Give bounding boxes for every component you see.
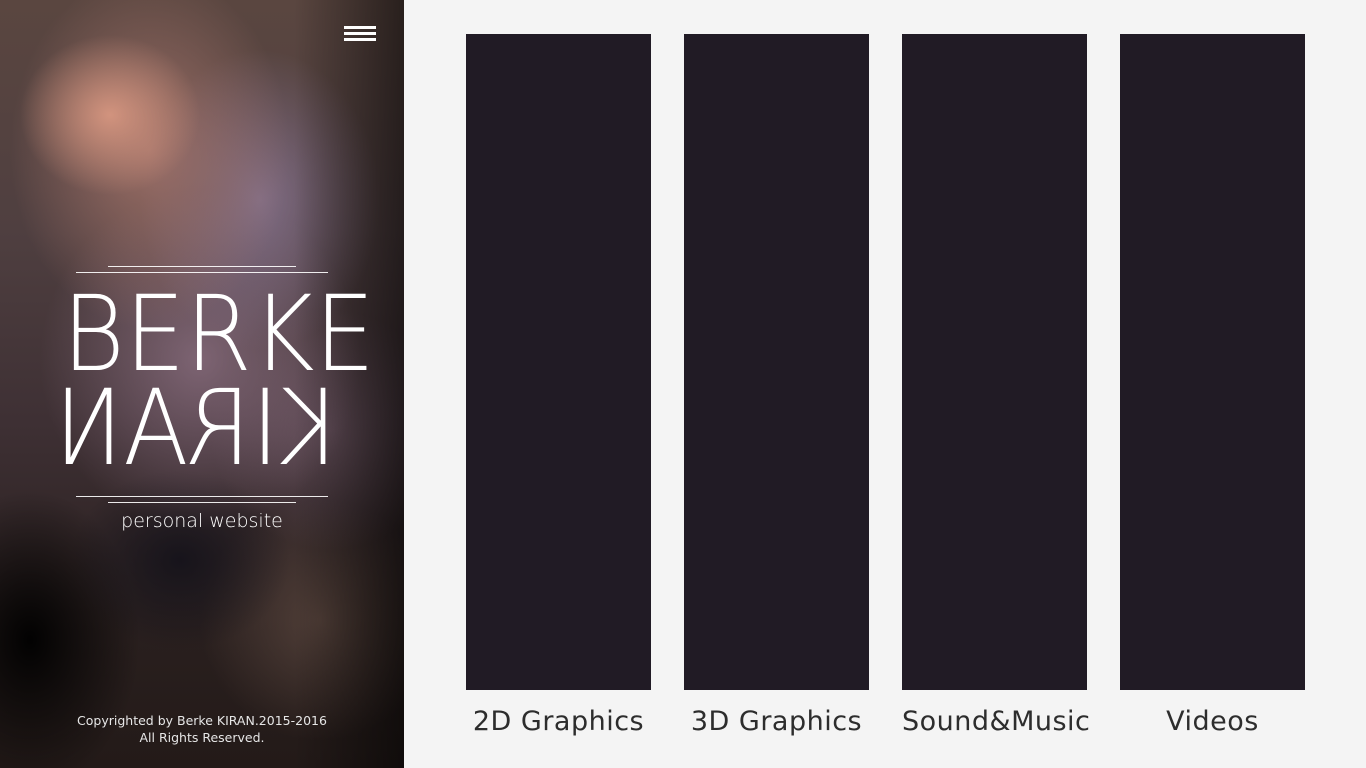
logo-subtitle: personal website bbox=[121, 510, 283, 532]
category-thumbnail[interactable] bbox=[466, 34, 651, 690]
hamburger-menu-icon[interactable] bbox=[343, 24, 377, 46]
category-label[interactable]: 2D Graphics bbox=[466, 705, 651, 739]
menu-bar bbox=[344, 26, 376, 29]
category-thumbnail[interactable] bbox=[684, 34, 869, 690]
category-gallery: 2D Graphics 3D Graphics Sound&Music Vide… bbox=[404, 0, 1366, 768]
category-card-2d-graphics[interactable]: 2D Graphics bbox=[466, 34, 651, 739]
logo-divider bbox=[108, 266, 296, 267]
category-label[interactable]: Videos bbox=[1120, 705, 1305, 739]
rights-text: All Rights Reserved. bbox=[139, 730, 265, 745]
category-label[interactable]: Sound&Music bbox=[902, 705, 1090, 739]
menu-bar bbox=[344, 38, 376, 41]
category-label[interactable]: 3D Graphics bbox=[684, 705, 869, 739]
category-thumbnail[interactable] bbox=[1120, 34, 1305, 690]
category-card-videos[interactable]: Videos bbox=[1120, 34, 1305, 739]
copyright-text: Copyrighted by Berke KIRAN.2015-2016 bbox=[77, 713, 327, 728]
page: BERKE KIRAN personal website Copyrighted… bbox=[0, 0, 1366, 768]
sidebar: BERKE KIRAN personal website Copyrighted… bbox=[0, 0, 404, 768]
logo-divider bbox=[108, 502, 296, 503]
logo-last-name: KIRAN bbox=[51, 367, 342, 489]
copyright-footer: Copyrighted by Berke KIRAN.2015-2016 All… bbox=[0, 712, 404, 746]
category-card-3d-graphics[interactable]: 3D Graphics bbox=[684, 34, 869, 739]
menu-bar bbox=[344, 32, 376, 35]
category-card-sound-music[interactable]: Sound&Music bbox=[902, 34, 1090, 739]
category-thumbnail[interactable] bbox=[902, 34, 1087, 690]
logo-divider bbox=[76, 496, 328, 497]
site-logo[interactable]: BERKE KIRAN personal website bbox=[50, 262, 375, 542]
